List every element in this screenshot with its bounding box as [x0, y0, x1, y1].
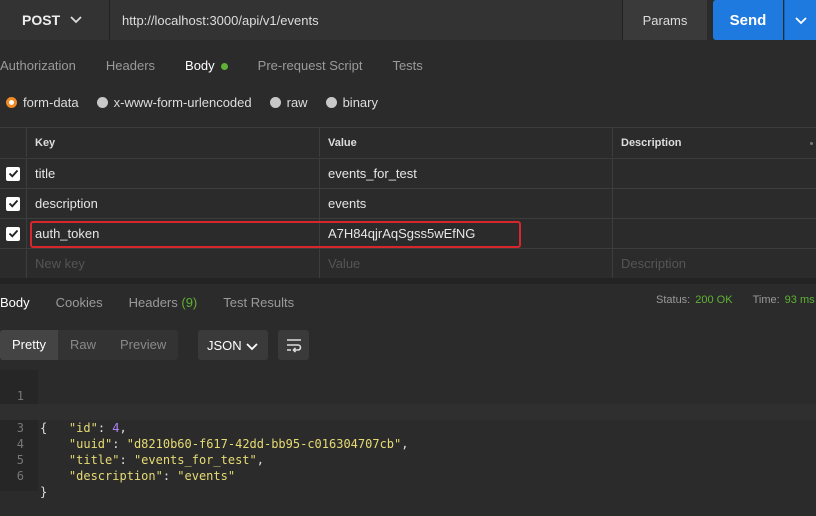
view-raw[interactable]: Raw [58, 330, 108, 360]
tab-pre-request-script[interactable]: Pre-request Script [258, 58, 363, 73]
headers-count-badge: (9) [181, 294, 198, 310]
new-key-input[interactable]: New key [26, 249, 319, 278]
value-cell[interactable]: events [319, 189, 612, 218]
status-label: Status: [656, 294, 691, 306]
code-line: 6 } [0, 452, 816, 499]
wrap-lines-button[interactable] [278, 330, 309, 360]
row-check-cell [0, 249, 26, 278]
new-row: New key Value Description [0, 248, 816, 278]
response-status: Status: 200 OK Time: 93 ms [656, 288, 816, 312]
method-dropdown[interactable]: POST [0, 0, 110, 40]
json-close-brace: } [40, 485, 48, 499]
code-line: 4 "title": "events_for_test", [0, 420, 816, 467]
section-divider [0, 278, 816, 284]
description-cell[interactable] [612, 219, 816, 248]
table-header-row: Key Value Description [0, 127, 816, 157]
chevron-down-icon [70, 16, 82, 24]
wrap-lines-icon [286, 339, 301, 353]
code-line: 2 "id": 4, [0, 388, 816, 435]
radio-binary[interactable]: binary [325, 94, 378, 110]
row-check-cell [0, 159, 26, 188]
url-input[interactable]: http://localhost:3000/api/v1/events [110, 0, 622, 40]
code-line: 3 "uuid": "d8210b60-f617-42dd-bb95-c0163… [0, 404, 816, 451]
radio-raw[interactable]: raw [269, 94, 308, 110]
json-value: "events" [177, 469, 236, 483]
header-description: Description [612, 128, 816, 157]
json-key: "description" [68, 469, 163, 483]
response-tab-test-results[interactable]: Test Results [223, 295, 294, 310]
header-key: Key [26, 128, 319, 157]
radio-label: form-data [23, 94, 79, 110]
time-label: Time: [752, 294, 780, 306]
value-cell[interactable]: events_for_test [319, 159, 612, 188]
radio-unselected-icon [325, 96, 337, 108]
chevron-down-icon [795, 17, 807, 25]
row-check-cell [0, 219, 26, 248]
table-row: description events [0, 188, 816, 218]
row-checkbox[interactable] [6, 196, 20, 211]
chevron-down-icon [246, 343, 258, 351]
line-number: 6 [16, 469, 24, 483]
radio-label: x-www-form-urlencoded [113, 94, 252, 110]
code-line: 1 ▾ { [0, 372, 816, 435]
format-dropdown[interactable]: JSON [198, 330, 268, 360]
new-value-input[interactable]: Value [319, 249, 612, 278]
view-mode-bar: Pretty Raw Preview [0, 330, 179, 360]
tab-headers[interactable]: Headers [106, 58, 155, 73]
checkmark-icon [8, 169, 18, 178]
radio-label: raw [286, 94, 308, 110]
active-dot-icon [220, 62, 228, 70]
checkmark-icon [8, 199, 18, 208]
format-label: JSON [207, 337, 242, 353]
description-cell[interactable] [612, 189, 816, 218]
view-pretty[interactable]: Pretty [0, 330, 58, 360]
row-checkbox[interactable] [6, 166, 20, 181]
key-cell[interactable]: title [26, 159, 319, 188]
send-options-button[interactable] [784, 0, 816, 40]
response-tab-headers-label: Headers [128, 294, 178, 310]
request-tabs: Authorization Headers Body Pre-request S… [0, 48, 816, 82]
time-value: 93 ms [784, 294, 815, 306]
row-check-cell [0, 189, 26, 218]
highlight-box [30, 221, 521, 248]
header-check-cell [0, 128, 26, 157]
new-description-input[interactable]: Description [612, 249, 816, 278]
body-type-group: form-data x-www-form-urlencoded raw bina… [6, 90, 396, 114]
response-tab-body[interactable]: Body [0, 295, 30, 310]
more-options-icon[interactable] [810, 142, 813, 145]
key-cell[interactable]: description [26, 189, 319, 218]
description-cell[interactable] [612, 159, 816, 188]
radio-form-data[interactable]: form-data [6, 95, 79, 110]
checkmark-icon [8, 229, 18, 238]
view-mode-toggle: Pretty Raw Preview [0, 330, 179, 360]
header-value: Value [319, 128, 612, 157]
tab-tests[interactable]: Tests [392, 58, 422, 73]
radio-x-www-form-urlencoded[interactable]: x-www-form-urlencoded [96, 94, 252, 110]
url-text: http://localhost:3000/api/v1/events [122, 12, 319, 28]
view-preview[interactable]: Preview [108, 330, 178, 360]
radio-label: binary [342, 94, 378, 110]
response-tab-cookies[interactable]: Cookies [56, 295, 103, 310]
response-tabs: Body Cookies Headers (9) Test Results [0, 288, 620, 316]
form-data-table: Key Value Description title events_for_t… [0, 127, 816, 278]
json-field: "description": "events" [68, 469, 236, 483]
send-button[interactable]: Send [713, 0, 783, 40]
row-checkbox[interactable] [6, 226, 20, 241]
radio-selected-icon [6, 96, 17, 108]
method-label: POST [22, 12, 61, 28]
status-value: 200 OK [695, 294, 733, 306]
table-row: title events_for_test [0, 158, 816, 188]
code-line: 5 "description": "events" [0, 436, 816, 483]
radio-unselected-icon [96, 96, 108, 108]
params-button[interactable]: Params [622, 0, 707, 40]
tab-body[interactable]: Body [185, 58, 228, 73]
tab-authorization[interactable]: Authorization [0, 58, 76, 73]
radio-unselected-icon [269, 96, 281, 108]
response-tab-headers[interactable]: Headers (9) [129, 295, 198, 310]
tab-body-label: Body [185, 57, 215, 73]
